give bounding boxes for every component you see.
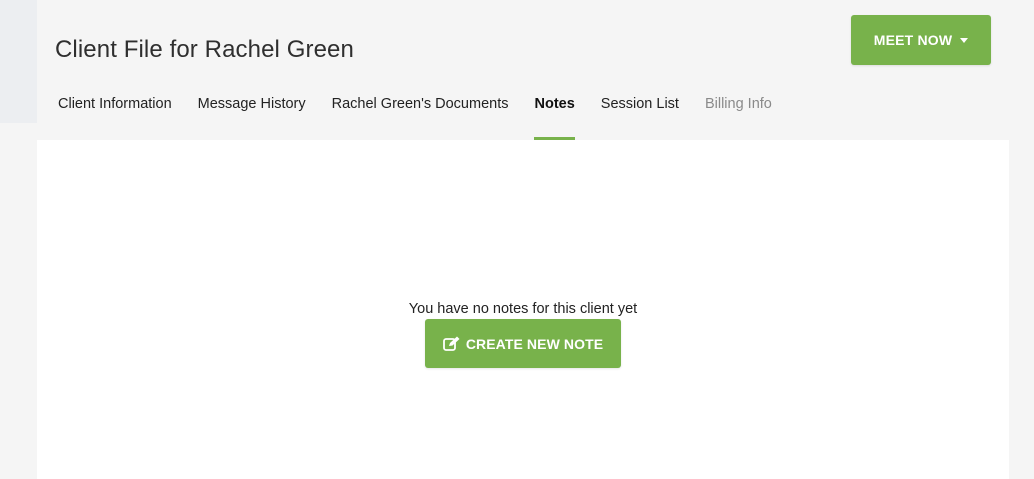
tab-documents[interactable]: Rachel Green's Documents (332, 90, 509, 140)
page-header: Client File for Rachel Green MEET NOW Cl… (37, 0, 1009, 140)
client-tabs: Client Information Message History Rache… (58, 90, 798, 140)
edit-icon (442, 336, 460, 351)
notes-empty-state: You have no notes for this client yet CR… (37, 300, 1009, 368)
notes-panel: You have no notes for this client yet CR… (37, 140, 1009, 479)
client-file-page: Client File for Rachel Green MEET NOW Cl… (0, 0, 1034, 479)
meet-now-label: MEET NOW (873, 32, 953, 48)
tab-notes[interactable]: Notes (534, 90, 576, 140)
meet-now-button[interactable]: MEET NOW (851, 15, 991, 65)
tab-billing-info[interactable]: Billing Info (705, 90, 772, 140)
tab-client-information[interactable]: Client Information (58, 90, 172, 140)
right-margin (1009, 0, 1034, 479)
left-sidebar-top (0, 0, 37, 123)
tab-message-history[interactable]: Message History (198, 90, 306, 140)
page-title: Client File for Rachel Green (55, 36, 354, 63)
create-new-note-button[interactable]: CREATE NEW NOTE (425, 319, 621, 368)
tab-session-list[interactable]: Session List (601, 90, 679, 140)
create-new-note-label: CREATE NEW NOTE (465, 335, 604, 352)
empty-notes-message: You have no notes for this client yet (408, 301, 638, 317)
caret-down-icon (960, 37, 969, 43)
